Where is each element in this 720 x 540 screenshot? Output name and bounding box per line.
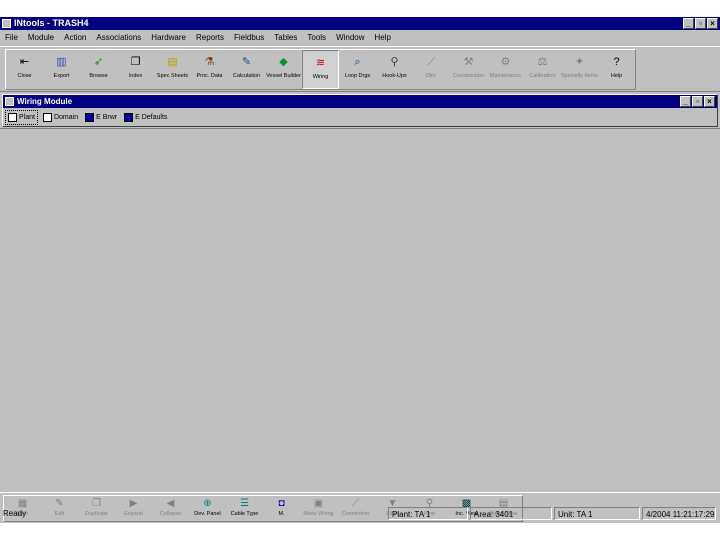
toolbar-label: Wiring [312,74,329,80]
menu-window[interactable]: Window [331,30,369,45]
title-bar: INtools - TRASH4 _ ▫ × [0,17,720,30]
e-defaults-button[interactable]: E Defaults [122,111,169,124]
module-button-label: E Defaults [135,113,168,121]
module-title: Wiring Module [17,97,73,106]
menu-bar: File Module Action Associations Hardware Repo… [0,30,720,45]
domain-button[interactable]: Domain [41,111,80,124]
menu-tables[interactable]: Tables [269,30,302,45]
window-title: INtools - TRASH4 [14,18,89,28]
construction-icon: ⚒ [463,56,474,68]
calibration-icon: ⚖ [537,56,548,68]
toolbar-label: Index [128,73,143,79]
loop-drawings-button[interactable]: ⌕ Loop Drgs [339,50,376,89]
specialty-items-button[interactable]: ✦ Specialty Items [561,50,598,89]
toolbar-label: Specialty Items [560,73,599,79]
index-icon: ❐ [130,56,141,68]
toolbar-label: Maintenance [489,73,522,79]
toolbar-label: Close [17,73,32,79]
calculation-button[interactable]: ✎ Calculation [228,50,265,89]
menu-hardware[interactable]: Hardware [146,30,191,45]
menu-reports[interactable]: Reports [191,30,229,45]
menu-help[interactable]: Help [370,30,396,45]
close-button[interactable]: ⇤ Close [6,50,43,89]
toolbar-label: Construction [453,73,484,79]
main-toolbar: ⇤ Close ▥ Export ➶ Browse ❐ Index ▤ Spec Sheets ⚗ P… [0,46,720,92]
toolbar-label: Proc. Data [196,73,223,79]
index-button[interactable]: ❐ Index [117,50,154,89]
application-window: INtools - TRASH4 _ ▫ × File Module Action A… [0,17,720,523]
calculation-icon: ✎ [241,56,252,68]
app-icon[interactable] [2,19,11,28]
maintenance-button[interactable]: ⚙ Maintenance [487,50,524,89]
hook-ups-icon: ⚲ [390,56,399,68]
toolbar-label: Vessel Builder [266,73,301,79]
menu-fieldbus[interactable]: Fieldbus [229,30,269,45]
dimensional-icon: ⟋ [427,56,436,68]
proc-data-button[interactable]: ⚗ Proc. Data [191,50,228,89]
dimensional-button[interactable]: ⟋ Dim. [413,50,450,89]
plant-button[interactable]: Plant [5,109,38,125]
menu-action[interactable]: Action [59,30,91,45]
module-button-label: E Brwr [96,113,118,121]
spec-sheets-icon: ▤ [167,56,178,68]
minimize-button[interactable]: _ [683,18,694,29]
status-ready: Ready [3,509,27,518]
toolbar-label: Browse [89,73,108,79]
wiring-button[interactable]: ≋ Wiring [302,50,339,89]
toolbar-label: Spec Sheets [156,73,189,79]
menu-file[interactable]: File [0,30,23,45]
export-button[interactable]: ▥ Export [43,50,80,89]
calibration-button[interactable]: ⚖ Calibration [524,50,561,89]
module-icon[interactable] [5,97,14,106]
menu-associations[interactable]: Associations [91,30,146,45]
e-browser-icon [85,112,95,122]
module-title-bar: Wiring Module _ ▫ × [3,95,717,108]
status-bar: Ready Plant: TA 1 Area: 3401 Unit: TA 1 … [0,507,720,522]
spec-sheets-button[interactable]: ▤ Spec Sheets [154,50,191,89]
toolbar-label: Help [610,73,623,79]
maintenance-icon: ⚙ [500,56,511,68]
close-icon: ⇤ [19,56,30,68]
hook-ups-button[interactable]: ⚲ Hook-Ups [376,50,413,89]
specialty-items-icon: ✦ [574,56,585,68]
vessel-builder-icon: ◆ [279,56,288,68]
module-close-button[interactable]: × [704,96,715,107]
browse-button[interactable]: ➶ Browse [80,50,117,89]
wiring-module-window: Wiring Module _ ▫ × Plant Domain E Brwr E D… [2,94,718,127]
plant-icon [8,112,17,122]
status-area: Area: 3401 [470,507,552,520]
toolbar-label: Calculation [232,73,261,79]
status-datetime: 4/2004 11:21:17:29 [642,507,716,520]
status-unit: Unit: TA 1 [554,507,640,520]
toolbar-label: Dim. [425,73,438,79]
menu-tools[interactable]: Tools [302,30,331,45]
toolbar-label: Calibration [529,73,556,79]
status-plant: Plant: TA 1 [388,507,468,520]
work-area[interactable] [0,128,720,490]
e-defaults-icon [124,112,134,122]
module-maximize-button[interactable]: ▫ [692,96,703,107]
construction-button[interactable]: ⚒ Construction [450,50,487,89]
proc-data-icon: ⚗ [204,56,215,68]
browse-icon: ➶ [93,56,104,68]
toolbar-label: Hook-Ups [382,73,407,79]
close-window-button[interactable]: × [707,18,718,29]
module-toolbar: Plant Domain E Brwr E Defaults [5,109,169,125]
export-icon: ▥ [56,56,67,68]
toolbar-label: Loop Drgs [344,73,371,79]
loop-drawings-icon: ⌕ [354,56,361,68]
module-button-label: Plant [19,113,35,121]
help-icon: ? [613,56,620,68]
module-minimize-button[interactable]: _ [680,96,691,107]
menu-module[interactable]: Module [23,30,59,45]
e-browser-button[interactable]: E Brwr [83,111,119,124]
help-button[interactable]: ? Help [598,50,635,89]
wiring-icon: ≋ [315,57,326,69]
vessel-builder-button[interactable]: ◆ Vessel Builder [265,50,302,89]
module-button-label: Domain [53,113,79,121]
toolbar-label: Export [53,73,70,79]
maximize-button[interactable]: ▫ [695,18,706,29]
domain-icon [42,112,52,122]
